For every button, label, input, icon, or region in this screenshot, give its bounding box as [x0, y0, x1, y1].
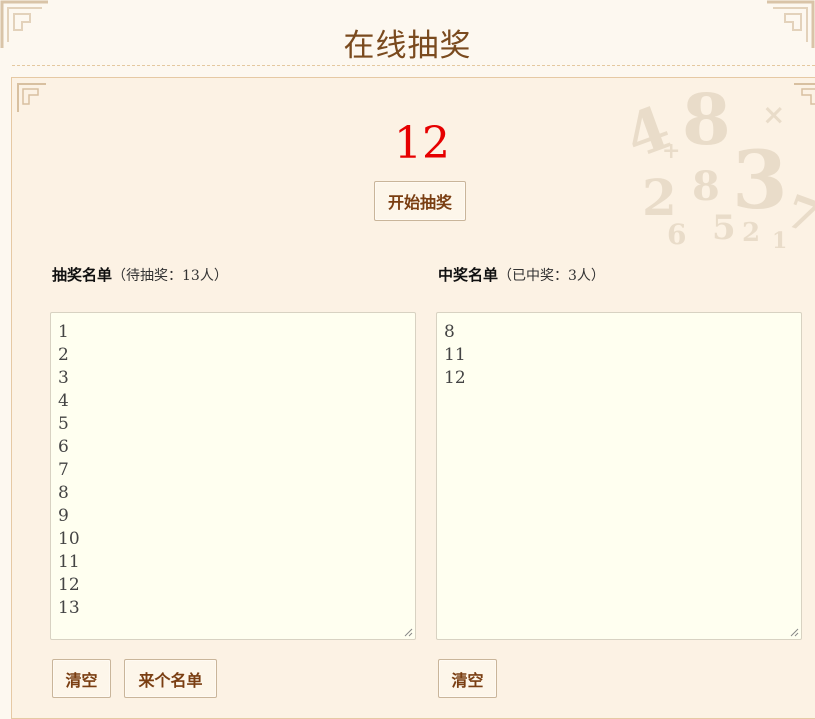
clear-winners-button[interactable]: 清空: [438, 659, 497, 698]
list-item: 7: [58, 460, 69, 480]
resize-handle-icon[interactable]: [403, 627, 413, 637]
list-item: 12: [444, 368, 466, 388]
pool-list-title: 抽奖名单: [52, 266, 113, 284]
winner-list-title: 中奖名单: [438, 266, 499, 284]
corner-ornament-icon: [17, 83, 46, 112]
list-item: 3: [58, 368, 69, 388]
list-item: 5: [58, 414, 69, 434]
list-item: 12: [58, 575, 80, 595]
list-item: 9: [58, 506, 69, 526]
page-header: 在线抽奖: [0, 0, 815, 66]
list-item: 2: [58, 345, 69, 365]
list-item: 1: [58, 322, 69, 342]
list-item: 11: [58, 552, 80, 572]
start-draw-button[interactable]: 开始抽奖: [374, 181, 466, 221]
pool-list-header: 抽奖名单（待抽奖：13人）: [52, 264, 228, 285]
resize-handle-icon[interactable]: [789, 627, 799, 637]
clear-pool-button[interactable]: 清空: [52, 659, 111, 698]
list-item: 11: [444, 345, 466, 365]
list-item: 13: [58, 598, 80, 618]
winner-count: （已中奖：3人）: [498, 268, 605, 284]
drawn-number-display: 12: [394, 118, 450, 169]
list-item: 4: [58, 391, 69, 411]
numbers-background-decoration: 8 4 3 2 8 7 5 2 1 6 × +: [622, 78, 815, 254]
lottery-panel: 8 4 3 2 8 7 5 2 1 6 × + 12 开始抽奖 抽奖名单（待抽奖…: [11, 77, 815, 719]
winner-list-textarea[interactable]: 8 11 12: [436, 312, 802, 640]
header-divider: [12, 65, 815, 66]
pool-list-textarea[interactable]: 1 2 3 4 5 6 7 8 9 10 11 12 13: [50, 312, 416, 640]
pool-count: （待抽奖：13人）: [112, 268, 228, 284]
list-item: 6: [58, 437, 69, 457]
list-item: 8: [58, 483, 69, 503]
list-item: 8: [444, 322, 455, 342]
list-item: 10: [58, 529, 80, 549]
load-sample-list-button[interactable]: 来个名单: [124, 659, 217, 698]
page-title: 在线抽奖: [343, 28, 472, 64]
winner-list-header: 中奖名单（已中奖：3人）: [438, 264, 605, 285]
